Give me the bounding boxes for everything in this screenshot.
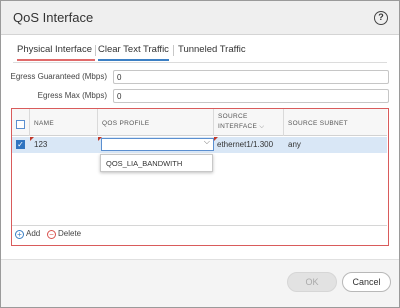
tab-tunneled-traffic[interactable]: Tunneled Traffic xyxy=(178,44,246,55)
delete-label: Delete xyxy=(58,229,82,238)
dialog-titlebar: QoS Interface ? xyxy=(1,1,399,35)
add-icon: + xyxy=(15,230,24,239)
dropdown-option[interactable]: QOS_LIA_BANDWITH xyxy=(106,159,182,168)
tab-clear-text-traffic[interactable]: Clear Text Traffic xyxy=(98,44,169,55)
header-name-label: NAME xyxy=(34,120,54,127)
header-checkbox-cell xyxy=(12,109,30,136)
header-source-subnet[interactable]: SOURCE SUBNET xyxy=(284,109,387,136)
sort-chevron-icon[interactable]: ⌵ xyxy=(259,123,264,130)
qos-grid: NAME QOS PROFILE SOURCE INTERFACE ⌵ SOUR… xyxy=(11,108,389,246)
tab-active-underline xyxy=(98,59,169,61)
row-source-subnet: any xyxy=(288,140,301,149)
add-label: Add xyxy=(26,229,41,238)
chevron-down-icon[interactable]: ⌵ xyxy=(204,137,210,147)
dialog-title: QoS Interface xyxy=(13,10,94,25)
header-interface-label: INTERFACE ⌵ xyxy=(218,123,265,130)
check-icon[interactable]: ✓ xyxy=(16,140,25,149)
qos-interface-dialog: QoS Interface ? Physical Interface Clear… xyxy=(0,0,400,308)
help-icon[interactable]: ? xyxy=(374,11,388,25)
egress-max-input[interactable] xyxy=(113,89,389,103)
cancel-button[interactable]: Cancel xyxy=(342,272,391,292)
header-source-interface[interactable]: SOURCE INTERFACE ⌵ xyxy=(214,109,284,136)
header-qos-profile-label: QOS PROFILE xyxy=(102,120,150,127)
qos-profile-dropdown: QOS_LIA_BANDWITH xyxy=(100,154,213,172)
table-row[interactable]: ✓ 123 ⌵ ethernet1/1.300 any xyxy=(12,137,387,153)
tab-error-underline xyxy=(17,59,95,61)
header-source-label: SOURCE xyxy=(218,113,248,120)
header-name[interactable]: NAME xyxy=(30,109,98,136)
tab-physical-interface[interactable]: Physical Interface xyxy=(17,44,92,55)
tab-separator xyxy=(95,45,96,56)
select-all-checkbox[interactable] xyxy=(16,120,25,129)
grid-header: NAME QOS PROFILE SOURCE INTERFACE ⌵ SOUR… xyxy=(12,109,387,136)
egress-guaranteed-input[interactable] xyxy=(113,70,389,84)
delete-icon: − xyxy=(47,230,56,239)
egress-guaranteed-label: Egress Guaranteed (Mbps) xyxy=(10,72,108,81)
header-source-subnet-label: SOURCE SUBNET xyxy=(288,120,348,127)
row-source-interface: ethernet1/1.300 xyxy=(217,140,274,149)
qos-profile-select[interactable]: ⌵ xyxy=(101,137,214,151)
header-qos-profile[interactable]: QOS PROFILE xyxy=(98,109,214,136)
delete-button[interactable]: − Delete xyxy=(47,229,81,241)
dialog-footer: OK Cancel xyxy=(1,259,399,307)
egress-max-label: Egress Max (Mbps) xyxy=(37,91,107,100)
add-button[interactable]: + Add xyxy=(15,229,40,241)
tab-separator xyxy=(173,45,174,56)
tab-bar: Physical Interface Clear Text Traffic Tu… xyxy=(13,43,387,63)
ok-button[interactable]: OK xyxy=(287,272,337,292)
grid-footer: + Add − Delete xyxy=(12,225,387,244)
row-name: 123 xyxy=(34,140,48,149)
